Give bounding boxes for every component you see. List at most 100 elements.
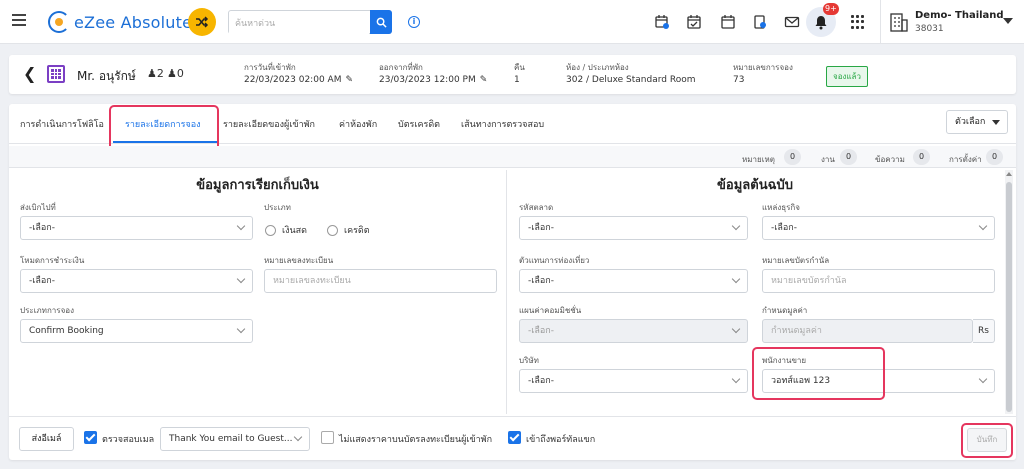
shuffle-button[interactable] [188,8,216,36]
chevron-down-icon [731,324,741,334]
property-name[interactable]: Demo- Thailand [915,10,1004,21]
building-icon [890,13,908,32]
room-label: ห้อง / ประเภทห้อง [566,63,629,72]
top-bar: eZee Absolute i 9+ Demo- Thailand 38031 [0,0,1024,44]
search-input[interactable] [229,13,369,35]
commission-plan-select: -เลือก- [519,319,748,343]
tab-credit-card[interactable]: บัตรเครดิต [398,117,440,131]
active-tab-indicator [113,141,217,143]
tab-bar: การดำเนินการโฟลิโอ รายละเอียดการจอง รายล… [9,104,1016,144]
chevron-down-icon[interactable] [1003,18,1013,24]
options-dropdown[interactable]: ตัวเลือก [946,110,1008,134]
shuffle-icon [196,16,209,28]
send-email-button[interactable]: ส่งอีเมล์ [19,427,74,451]
departure-label: ออกจากที่พัก [379,63,423,72]
commission-plan-label: แผนค่าคอมมิชชั่น [519,306,582,315]
count-badge-remarks[interactable]: 0 [784,149,801,165]
market-code-select[interactable]: -เลือก- [519,216,748,240]
arrival-label: การวันที่เข้าพัก [244,63,296,72]
apps-grid-icon[interactable] [851,15,865,29]
back-arrow-icon[interactable]: ❮ [23,66,36,82]
chevron-down-icon [731,274,741,284]
divider [880,0,881,44]
count-badge-settings[interactable]: 0 [986,149,1003,165]
nights-label: คืน [514,63,525,72]
reg-no-label: หมายเลขลงทะเบียน [264,256,334,265]
source-section: ข้อมูลต้นฉบับ รหัสตลาด -เลือก- แหล่งธุรก… [508,170,1002,414]
market-code-label: รหัสตลาด [519,203,554,212]
type-credit-radio[interactable]: เครดิต [327,223,370,237]
billing-title: ข้อมูลการเรียกเก็บเงิน [196,178,319,193]
type-cash-radio[interactable]: เงินสด [265,223,307,237]
currency-addon: Rs [973,319,995,343]
radio-icon [327,224,338,236]
document-badge-icon[interactable] [750,12,770,32]
edit-departure-icon[interactable]: ✎ [480,75,488,85]
notification-badge: 9+ [823,3,839,15]
business-source-select[interactable]: -เลือก- [762,216,995,240]
type-label: ประเภท [264,203,291,212]
bell-icon [815,15,827,29]
info-icon[interactable]: i [408,16,420,28]
count-label-remarks: หมายเหตุ [742,155,775,164]
count-label-messages: ข้อความ [875,155,905,164]
chevron-down-icon [978,374,988,384]
departure-value: 23/03/2023 12:00 PM ✎ [379,75,488,85]
count-label-settings: การตั้งค่า [949,155,982,164]
radio-icon [265,224,276,236]
calendar-icon[interactable] [718,12,738,32]
chevron-down-icon [236,274,246,284]
footer-bar: ส่งอีเมล์ ตรวจสอบเมล Thank You email to … [9,416,1016,460]
main-panel: การดำเนินการโฟลิโอ รายละเอียดการจอง รายล… [9,104,1016,460]
app-name: eZee Absolute [74,12,193,32]
reg-no-input[interactable]: หมายเลขลงทะเบียน [264,269,497,293]
adult-count: ♟2 [147,67,164,80]
logo-icon [48,11,70,33]
chevron-down-icon [293,432,303,442]
child-count: ♟0 [167,67,184,80]
payment-mode-select[interactable]: -เลือก- [20,269,253,293]
menu-icon[interactable] [12,14,26,26]
mail-icon[interactable] [782,12,802,32]
company-select[interactable]: -เลือก- [519,369,748,393]
portal-access-checkbox[interactable] [508,431,521,444]
value-label: กำหนดมูลค่า [762,306,808,315]
hide-rate-checkbox[interactable] [321,431,334,444]
tab-room-charges[interactable]: ค่าห้องพัก [339,117,377,131]
scroll-up-icon[interactable] [1006,172,1012,176]
tab-folio-operations[interactable]: การดำเนินการโฟลิโอ [20,117,104,131]
tab-booking-details[interactable]: รายละเอียดการจอง [125,117,201,131]
app-logo[interactable]: eZee Absolute [48,10,192,34]
status-badge: จองแล้ว [826,66,868,87]
company-label: บริษัท [519,356,539,365]
chevron-down-icon [731,221,741,231]
count-badge-messages[interactable]: 0 [913,149,930,165]
source-title: ข้อมูลต้นฉบับ [717,178,793,193]
save-button[interactable]: บันทึก [967,428,1007,452]
booking-type-label: ประเภทการจอง [20,306,74,315]
check-email-label: ตรวจสอบเมล [102,435,155,445]
business-source-label: แหล่งธุรกิจ [762,203,800,212]
nights-value: 1 [514,75,520,85]
voucher-no-input[interactable]: หมายเลขบัตรกำนัล [762,269,995,293]
bill-to-select[interactable]: -เลือก- [20,216,253,240]
tab-audit-trail[interactable]: เส้นทางการตรวจสอบ [461,117,544,131]
email-template-select[interactable]: Thank You email to Guest... [160,427,310,451]
calendar-add-icon[interactable] [652,12,672,32]
travel-agent-select[interactable]: -เลือก- [519,269,748,293]
scrollbar-thumb[interactable] [1006,182,1012,412]
property-id: 38031 [915,24,944,34]
billing-section: ข้อมูลการเรียกเก็บเงิน ส่งเบิกไปที่ -เลื… [9,170,507,414]
count-label-tasks: งาน [821,155,835,164]
calendar-check-icon[interactable] [684,12,704,32]
edit-arrival-icon[interactable]: ✎ [345,75,353,85]
counts-bar: หมายเหตุ 0 งาน 0 ข้อความ 0 การตั้งค่า 0 [9,146,1016,168]
salesperson-select[interactable]: วอทส์แอพ 123 [762,369,995,393]
tab-guest-details[interactable]: รายละเอียดของผู้เข้าพัก [223,117,315,131]
booking-type-select[interactable]: Confirm Booking [20,319,253,343]
count-badge-tasks[interactable]: 0 [840,149,857,165]
room-value: 302 / Deluxe Standard Room [566,75,696,85]
chevron-down-icon [236,221,246,231]
search-button[interactable] [370,10,392,34]
check-email-checkbox[interactable] [84,431,97,444]
